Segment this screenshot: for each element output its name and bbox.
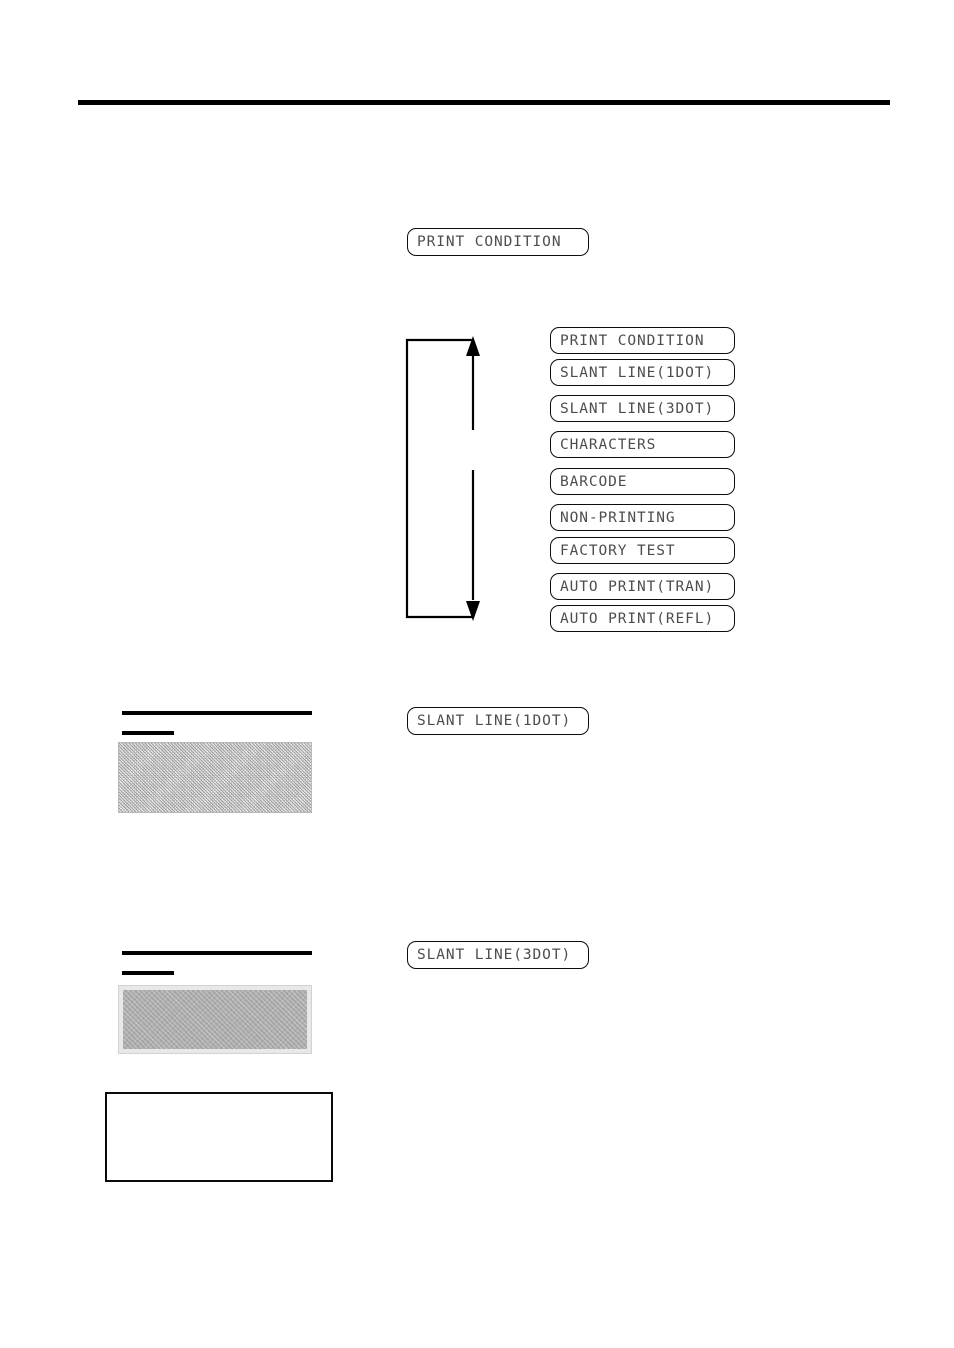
menu-item-label: PRINT CONDITION	[560, 332, 705, 349]
menu-item-characters[interactable]: CHARACTERS	[550, 431, 735, 458]
menu-item-barcode[interactable]: BARCODE	[550, 468, 735, 495]
menu-item-label: NON-PRINTING	[560, 509, 676, 526]
sample2-rule-short	[122, 971, 174, 975]
header-rule	[78, 100, 890, 105]
sample1-rule-long	[122, 711, 312, 715]
menu-cycle-loop	[398, 330, 494, 630]
menu-item-print-condition[interactable]: PRINT CONDITION	[550, 327, 735, 354]
menu-item-label: FACTORY TEST	[560, 542, 676, 559]
menu-item-label: CHARACTERS	[560, 436, 657, 453]
menu-item-label: AUTO PRINT(REFL)	[560, 610, 715, 627]
display-print-condition-label: PRINT CONDITION	[417, 234, 562, 250]
slant-line-3dot-sample	[118, 985, 312, 1054]
blank-sample-frame	[105, 1092, 333, 1182]
menu-item-label: BARCODE	[560, 473, 628, 490]
manual-page: PRINT CONDITION PRINT CONDITION SLANT LI…	[0, 0, 954, 1348]
menu-item-label: SLANT LINE(3DOT)	[560, 400, 715, 417]
display-print-condition: PRINT CONDITION	[407, 228, 589, 256]
display-slant-line-1dot-label: SLANT LINE(1DOT)	[417, 713, 572, 729]
menu-item-label: AUTO PRINT(TRAN)	[560, 578, 715, 595]
sample2-rule-long	[122, 951, 312, 955]
display-slant-line-3dot-label: SLANT LINE(3DOT)	[417, 947, 572, 963]
cycle-loop-path	[405, 338, 473, 619]
menu-item-slant-line-3dot[interactable]: SLANT LINE(3DOT)	[550, 395, 735, 422]
slant-line-3dot-fill	[123, 990, 307, 1049]
menu-item-auto-print-tran[interactable]: AUTO PRINT(TRAN)	[550, 573, 735, 600]
slant-line-1dot-sample	[118, 742, 312, 813]
sample1-rule-short	[122, 731, 174, 735]
menu-item-slant-line-1dot[interactable]: SLANT LINE(1DOT)	[550, 359, 735, 386]
menu-item-non-printing[interactable]: NON-PRINTING	[550, 504, 735, 531]
menu-item-auto-print-refl[interactable]: AUTO PRINT(REFL)	[550, 605, 735, 632]
menu-item-label: SLANT LINE(1DOT)	[560, 364, 715, 381]
display-slant-line-3dot: SLANT LINE(3DOT)	[407, 941, 589, 969]
menu-item-factory-test[interactable]: FACTORY TEST	[550, 537, 735, 564]
display-slant-line-1dot: SLANT LINE(1DOT)	[407, 707, 589, 735]
